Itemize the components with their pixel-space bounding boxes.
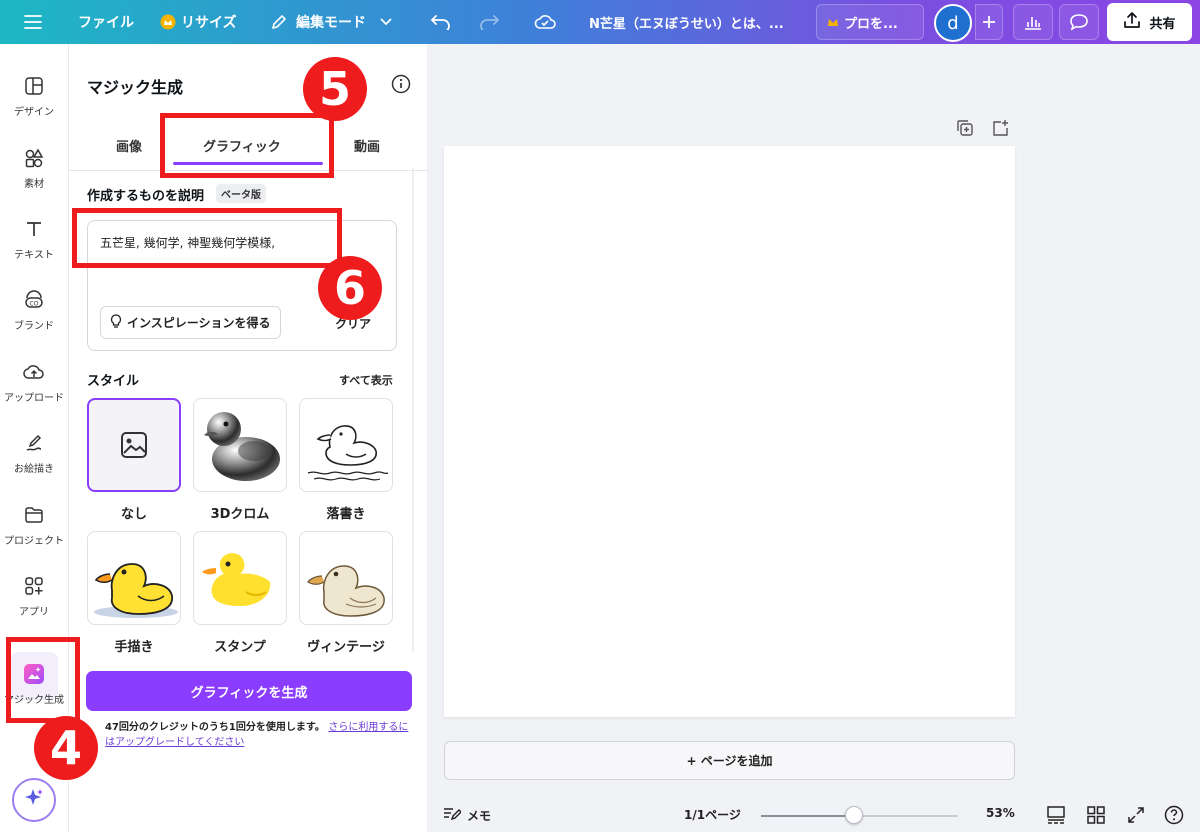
- comment-icon[interactable]: [1059, 4, 1099, 40]
- style-card-hand-drawn[interactable]: [87, 531, 181, 625]
- panel-title: マジック生成: [87, 78, 184, 97]
- undo-icon[interactable]: [430, 0, 452, 44]
- draw-icon: [22, 431, 46, 455]
- annotation-box-magic-media: [6, 637, 80, 723]
- file-menu[interactable]: ファイル: [78, 0, 134, 44]
- shapes-icon: [22, 146, 46, 170]
- beta-badge: ベータ版: [216, 184, 266, 203]
- notes-button[interactable]: メモ: [443, 806, 491, 825]
- sparkle-icon: [23, 787, 45, 813]
- annotation-box-prompt: [72, 208, 342, 268]
- style-card-doodle[interactable]: [299, 398, 393, 492]
- style-card-vintage[interactable]: [299, 531, 393, 625]
- inspiration-button[interactable]: インスピレーションを得る: [100, 306, 281, 339]
- annotation-badge-6: 6: [318, 256, 382, 320]
- rail-item-projects[interactable]: プロジェクト: [0, 503, 68, 547]
- style-card-3d-chrome[interactable]: [193, 398, 287, 492]
- stamp-duck-image: [202, 553, 271, 606]
- rail-item-apps[interactable]: アプリ: [0, 574, 68, 618]
- style-label: スタイル: [87, 374, 140, 389]
- generate-graphic-button[interactable]: グラフィックを生成: [86, 671, 412, 711]
- brand-icon: CO: [22, 288, 46, 312]
- folder-icon: [22, 503, 46, 527]
- add-page-button[interactable]: + ページを追加: [444, 741, 1015, 780]
- layout-icon: [22, 74, 46, 98]
- insights-icon[interactable]: [1013, 4, 1053, 40]
- add-collaborator-icon[interactable]: [975, 4, 1003, 40]
- rail-item-elements[interactable]: 素材: [0, 146, 68, 190]
- hand-drawn-duck-image: [94, 563, 178, 618]
- redo-icon[interactable]: [478, 0, 500, 44]
- help-icon[interactable]: [1164, 805, 1184, 825]
- share-button[interactable]: 共有: [1107, 3, 1192, 41]
- tab-images[interactable]: 画像: [116, 136, 142, 155]
- fullscreen-icon[interactable]: [1126, 805, 1146, 825]
- info-icon[interactable]: [391, 74, 411, 94]
- credit-notice: 47回分のクレジットのうち1回分を使用します。 さらに利用するにはアップグレード…: [105, 722, 409, 748]
- annotation-badge-4: 4: [34, 716, 98, 780]
- style-name: 手描き: [114, 640, 154, 655]
- edit-mode-dropdown[interactable]: 編集モード: [270, 0, 392, 44]
- duplicate-page-icon[interactable]: [956, 119, 974, 137]
- canva-ai-button[interactable]: [12, 778, 56, 822]
- zoom-level[interactable]: 53%: [986, 806, 1015, 820]
- rail-item-text[interactable]: テキスト: [0, 217, 68, 261]
- cloud-saved-icon[interactable]: [534, 0, 556, 44]
- style-card-none[interactable]: [87, 398, 181, 492]
- annotation-badge-5: 5: [303, 57, 367, 121]
- describe-label: 作成するものを説明: [87, 189, 205, 204]
- chevron-down-icon: [380, 18, 392, 26]
- apps-icon: [22, 574, 46, 598]
- rail-item-design[interactable]: デザイン: [0, 74, 68, 118]
- rail-item-draw[interactable]: お絵描き: [0, 431, 68, 475]
- style-name: ヴィンテージ: [307, 640, 385, 655]
- tab-video[interactable]: 動画: [354, 136, 380, 155]
- lightbulb-icon: [110, 314, 122, 331]
- rail-item-upload[interactable]: アップロード: [0, 360, 68, 404]
- chrome-duck-image: [204, 412, 280, 481]
- style-name: 3Dクロム: [210, 507, 270, 522]
- upload-icon: [1123, 11, 1141, 33]
- panel-scrollbar[interactable]: [412, 168, 414, 652]
- menu-icon[interactable]: [24, 0, 42, 44]
- avatar[interactable]: d: [934, 4, 972, 42]
- resize-button[interactable]: リサイズ: [160, 0, 237, 44]
- design-canvas[interactable]: [444, 146, 1015, 717]
- upload-cloud-icon: [22, 360, 46, 384]
- style-card-stamp[interactable]: [193, 531, 287, 625]
- rail-item-brand[interactable]: CO ブランド: [0, 288, 68, 332]
- style-name: なし: [120, 507, 147, 522]
- crown-icon: [827, 17, 839, 27]
- document-title[interactable]: N芒星（エヌぼうせい）とは、...: [589, 0, 784, 44]
- notes-icon: [443, 806, 462, 825]
- page-view-icon[interactable]: [1046, 805, 1066, 825]
- crown-icon: [160, 14, 176, 30]
- style-name: スタンプ: [214, 640, 266, 655]
- svg-text:CO: CO: [30, 301, 39, 308]
- zoom-slider-handle[interactable]: [844, 806, 863, 824]
- grid-view-icon[interactable]: [1086, 805, 1106, 825]
- see-all-link[interactable]: すべて表示: [339, 372, 393, 388]
- page-indicator[interactable]: 1/1ページ: [684, 806, 741, 823]
- text-icon: [22, 217, 46, 241]
- image-icon: [121, 432, 147, 458]
- style-name: 落書き: [326, 507, 366, 522]
- doodle-duck-image: [307, 425, 389, 481]
- add-page-icon[interactable]: [991, 119, 1009, 137]
- zoom-slider-fill: [761, 815, 854, 817]
- try-pro-button[interactable]: プロを...: [816, 4, 924, 40]
- pencil-icon: [270, 13, 288, 31]
- vintage-duck-image: [307, 565, 385, 617]
- top-bar: ファイル リサイズ 編集モード N芒星（エヌぼうせい）とは、... プロを...…: [0, 0, 1200, 44]
- annotation-box-graphics-tab: [160, 113, 334, 178]
